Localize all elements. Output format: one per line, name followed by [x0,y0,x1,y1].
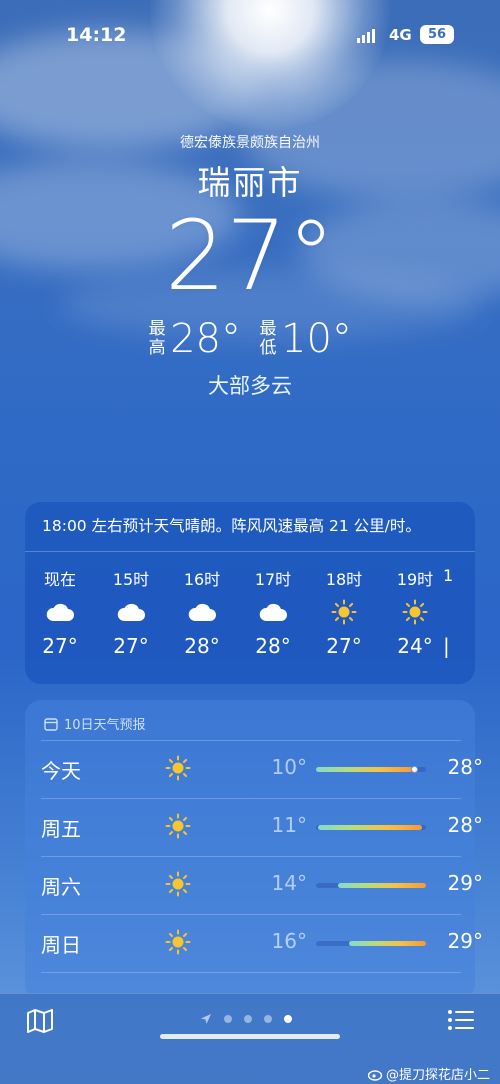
location-arrow-icon [201,1014,211,1024]
watermark: @提刀探花店小二 [367,1064,490,1083]
hour-temp: 27° [42,634,78,658]
hour-item: 17时 28° [243,566,303,658]
day-low: 10° [271,755,307,779]
low-temp: 10° [281,316,352,362]
high-low: 最高 28° 最低 10° [0,316,500,362]
day-row[interactable]: 周日 16° 29° [41,914,483,972]
sun-icon [165,813,191,843]
hour-item: 19时 24° [385,566,445,658]
day-label: 今天 [41,759,81,783]
sun-icon [165,755,191,785]
hour-label: 15时 [112,570,150,589]
hour-label: 16时 [183,570,221,589]
page-indicator[interactable] [200,1013,292,1025]
hour-temp: 28° [255,634,291,658]
home-indicator[interactable] [160,1034,340,1039]
hour-label: 19时 [396,570,434,589]
day-row[interactable]: 今天 10° 28° [41,740,483,798]
sun-icon [165,871,191,901]
sun-icon [165,929,191,959]
hour-label: 1 [443,566,454,585]
high-temp: 28° [170,316,241,362]
status-time: 14:12 [66,24,127,46]
current-temperature: 27° [164,200,336,312]
list-icon[interactable] [447,1008,475,1036]
weibo-icon [367,1069,383,1081]
hour-temp: 24° [397,634,433,658]
low-label: 最低 [259,319,277,358]
temp-range-bar [316,941,426,946]
cloud-icon [30,590,90,634]
hour-item: 现在 27° [30,566,90,658]
cloud-icon [243,590,303,634]
day-high: 28° [447,755,483,779]
page-dot[interactable] [224,1015,232,1023]
hour-item: 15时 27° [101,566,161,658]
page-dot[interactable] [244,1015,252,1023]
hour-label: 18时 [325,570,363,589]
hourly-forecast-card[interactable]: 18:00 左右预计天气晴朗。阵风风速最高 21 公里/时。 现在 27° 15… [25,502,475,684]
page-dot[interactable] [264,1015,272,1023]
day-row[interactable]: 周六 14° 29° [41,856,483,914]
cloud-icon [101,590,161,634]
daily-title: 10日天气预报 [25,700,475,736]
hour-temp: 27° [113,634,149,658]
city-name: 瑞丽市 [197,163,303,202]
day-high: 29° [447,929,483,953]
day-label: 周五 [41,817,81,841]
watermark-text: @提刀探花店小二 [385,1068,490,1083]
map-icon[interactable] [26,1008,54,1038]
temp-range-bar [316,883,426,888]
hour-temp: 27° [326,634,362,658]
day-label: 周日 [41,933,81,957]
day-low: 14° [271,871,307,895]
signal-icon [357,29,375,43]
hour-label: 17时 [254,570,292,589]
temp-range-bar [316,825,426,830]
hour-temp: | [443,634,450,658]
day-high: 28° [447,813,483,837]
temp-range-bar [316,766,426,773]
daily-forecast-card[interactable]: 10日天气预报 今天 10° 28° 周五 11° 28° 周六 14° 29°… [25,700,483,1000]
bottom-toolbar: @提刀探花店小二 [0,993,500,1084]
status-bar: 14:12 4G 56 [0,20,500,50]
day-low: 11° [271,813,307,837]
day-label: 周六 [41,875,81,899]
hour-label: 现在 [43,570,76,589]
network-type: 4G [389,26,412,44]
hour-temp: 28° [184,634,220,658]
calendar-icon [44,717,58,731]
sun-icon [314,590,374,634]
hour-item: 1 | [443,566,473,658]
condition-text: 大部多云 [208,374,292,398]
cloud-icon [172,590,232,634]
high-label: 最高 [148,319,166,358]
day-row[interactable]: 周五 11° 28° [41,798,483,856]
hour-item: 16时 28° [172,566,232,658]
hour-item: 18时 27° [314,566,374,658]
day-low: 16° [271,929,307,953]
sun-icon [385,590,445,634]
page-dot-active[interactable] [284,1015,292,1023]
battery-icon: 56 [420,25,454,44]
hourly-scroll[interactable]: 现在 27° 15时 27° 16时 28° 17时 28° 18时 27° 1… [25,552,475,682]
temp-range-fill [318,825,422,830]
temp-range-fill [316,767,413,772]
region-name: 德宏傣族景颇族自治州 [180,135,320,151]
daily-title-text: 10日天气预报 [64,718,146,733]
current-weather: 德宏傣族景颇族自治州 瑞丽市 27° 最高 28° 最低 10° 大部多云 [0,132,500,400]
hourly-summary: 18:00 左右预计天气晴朗。阵风风速最高 21 公里/时。 [25,502,475,552]
day-high: 29° [447,871,483,895]
